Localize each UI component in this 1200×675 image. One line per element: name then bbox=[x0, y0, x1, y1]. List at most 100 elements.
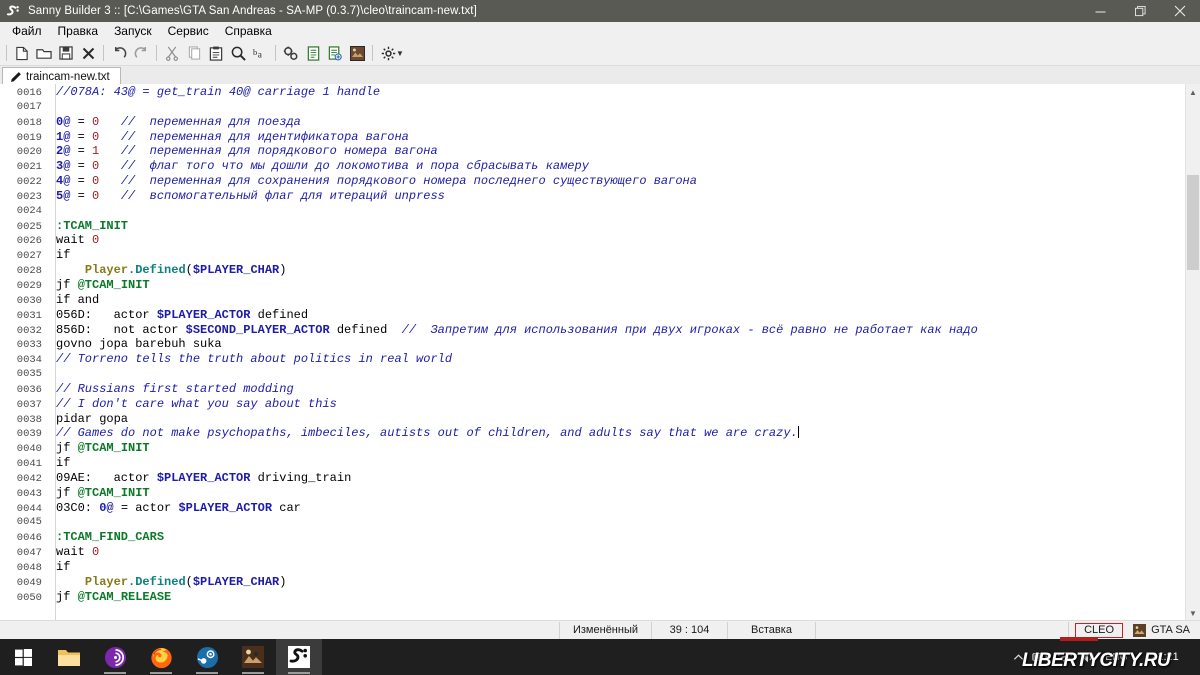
code-line-text[interactable]: 4@ = 0 // переменная для сохранения поря… bbox=[48, 174, 697, 189]
code-line-text[interactable]: jf @TCAM_RELEASE bbox=[48, 590, 171, 605]
close-x-icon[interactable] bbox=[77, 42, 99, 64]
open-folder-icon[interactable] bbox=[33, 42, 55, 64]
menu-tools[interactable]: Сервис bbox=[160, 23, 217, 40]
wifi-icon[interactable] bbox=[1057, 651, 1073, 664]
code-line[interactable]: 0047wait 0 bbox=[0, 545, 1185, 560]
code-line-text[interactable]: if bbox=[48, 456, 70, 471]
cut-scissors-icon[interactable] bbox=[161, 42, 183, 64]
code-line-text[interactable]: jf @TCAM_INIT bbox=[48, 441, 150, 456]
language-indicator[interactable]: ENG bbox=[1105, 652, 1128, 663]
game-picture-icon[interactable] bbox=[346, 42, 368, 64]
search-magnifier-icon[interactable] bbox=[227, 42, 249, 64]
compile-gears-icon[interactable] bbox=[280, 42, 302, 64]
code-line[interactable]: 0046:TCAM_FIND_CARS bbox=[0, 530, 1185, 545]
code-line-text[interactable]: 03C0: 0@ = actor $PLAYER_ACTOR car bbox=[48, 501, 301, 516]
code-line-text[interactable]: if bbox=[48, 248, 70, 263]
code-line[interactable]: 0034// Torreno tells the truth about pol… bbox=[0, 352, 1185, 367]
code-line-text[interactable]: :TCAM_FIND_CARS bbox=[48, 530, 164, 545]
code-line[interactable]: 00224@ = 0 // переменная для сохранения … bbox=[0, 174, 1185, 189]
code-line[interactable]: 0037// I don't care what you say about t… bbox=[0, 397, 1185, 412]
code-line-text[interactable]: // Games do not make psychopaths, imbeci… bbox=[48, 426, 799, 441]
close-button[interactable] bbox=[1160, 0, 1200, 22]
copy-icon[interactable] bbox=[183, 42, 205, 64]
code-line[interactable]: 00202@ = 1 // переменная для порядкового… bbox=[0, 144, 1185, 159]
vertical-scrollbar[interactable]: ▲ ▼ bbox=[1185, 84, 1200, 621]
code-line[interactable]: 004209AE: actor $PLAYER_ACTOR driving_tr… bbox=[0, 471, 1185, 486]
code-line[interactable]: 00180@ = 0 // переменная для поезда bbox=[0, 115, 1185, 130]
speaker-icon[interactable] bbox=[1081, 651, 1097, 664]
file-explorer-button[interactable] bbox=[46, 639, 92, 675]
undo-icon[interactable] bbox=[108, 42, 130, 64]
code-line[interactable]: 0031056D: actor $PLAYER_ACTOR defined bbox=[0, 308, 1185, 323]
replace-ba-icon[interactable]: ba bbox=[249, 42, 271, 64]
code-lines[interactable]: 0016//078A: 43@ = get_train 40@ carriage… bbox=[0, 84, 1185, 605]
code-line[interactable]: 0030if and bbox=[0, 293, 1185, 308]
status-game[interactable]: GTA SA bbox=[1129, 624, 1200, 637]
code-line-text[interactable]: govno jopa barebuh suka bbox=[48, 337, 222, 352]
menu-file[interactable]: Файл bbox=[4, 23, 50, 40]
code-line-text[interactable]: pidar gopa bbox=[48, 412, 128, 427]
document-icon[interactable] bbox=[302, 42, 324, 64]
code-line-text[interactable]: //078A: 43@ = get_train 40@ carriage 1 h… bbox=[48, 85, 380, 100]
code-line[interactable]: 0025:TCAM_INIT bbox=[0, 219, 1185, 234]
code-line[interactable]: 0033govno jopa barebuh suka bbox=[0, 337, 1185, 352]
start-button[interactable] bbox=[0, 639, 46, 675]
minimize-button[interactable] bbox=[1080, 0, 1120, 22]
code-line[interactable]: 0049 Player.Defined($PLAYER_CHAR) bbox=[0, 575, 1185, 590]
code-line[interactable]: 00213@ = 0 // флаг того что мы дошли до … bbox=[0, 159, 1185, 174]
code-line-text[interactable]: Player.Defined($PLAYER_CHAR) bbox=[48, 575, 286, 590]
sanny-builder-button[interactable] bbox=[276, 639, 322, 675]
taskbar-clock[interactable]: 21:21 bbox=[1136, 651, 1194, 664]
vertical-scroll-thumb[interactable] bbox=[1187, 175, 1199, 270]
menu-edit[interactable]: Правка bbox=[50, 23, 107, 40]
status-badge[interactable]: CLEO bbox=[1075, 623, 1123, 638]
firefox-button[interactable] bbox=[138, 639, 184, 675]
code-line[interactable]: 0041if bbox=[0, 456, 1185, 471]
code-line[interactable]: 0038pidar gopa bbox=[0, 412, 1185, 427]
save-icon[interactable] bbox=[55, 42, 77, 64]
code-line[interactable]: 0017 bbox=[0, 100, 1185, 115]
code-line[interactable]: 00235@ = 0 // вспомогательный флаг для и… bbox=[0, 189, 1185, 204]
vertical-scroll-track[interactable] bbox=[1186, 100, 1200, 605]
code-line[interactable]: 00191@ = 0 // переменная для идентификат… bbox=[0, 130, 1185, 145]
code-line-text[interactable]: jf @TCAM_INIT bbox=[48, 278, 150, 293]
code-line[interactable]: 0048if bbox=[0, 560, 1185, 575]
code-line[interactable]: 004403C0: 0@ = actor $PLAYER_ACTOR car bbox=[0, 501, 1185, 516]
paste-clipboard-icon[interactable] bbox=[205, 42, 227, 64]
code-line-text[interactable]: // Russians first started modding bbox=[48, 382, 294, 397]
code-line-text[interactable]: // Torreno tells the truth about politic… bbox=[48, 352, 452, 367]
code-line-text[interactable]: 056D: actor $PLAYER_ACTOR defined bbox=[48, 308, 308, 323]
scroll-up-arrow-icon[interactable]: ▲ bbox=[1186, 84, 1200, 100]
code-line[interactable]: 0024 bbox=[0, 204, 1185, 219]
code-line[interactable]: 0032856D: not actor $SECOND_PLAYER_ACTOR… bbox=[0, 323, 1185, 338]
code-line[interactable]: 0016//078A: 43@ = get_train 40@ carriage… bbox=[0, 85, 1185, 100]
code-line[interactable]: 0029jf @TCAM_INIT bbox=[0, 278, 1185, 293]
scroll-down-arrow-icon[interactable]: ▼ bbox=[1186, 605, 1200, 621]
new-file-icon[interactable] bbox=[11, 42, 33, 64]
code-line-text[interactable]: 09AE: actor $PLAYER_ACTOR driving_train bbox=[48, 471, 351, 486]
code-line[interactable]: 0039// Games do not make psychopaths, im… bbox=[0, 426, 1185, 441]
code-line[interactable]: 0036// Russians first started modding bbox=[0, 382, 1185, 397]
code-line-text[interactable]: // I don't care what you say about this bbox=[48, 397, 337, 412]
document-add-icon[interactable] bbox=[324, 42, 346, 64]
menu-run[interactable]: Запуск bbox=[106, 23, 160, 40]
code-line-text[interactable]: :TCAM_INIT bbox=[48, 219, 128, 234]
code-line-text[interactable]: 3@ = 0 // флаг того что мы дошли до локо… bbox=[48, 159, 589, 174]
battery-icon[interactable] bbox=[1032, 651, 1049, 663]
code-line-text[interactable]: 1@ = 0 // переменная для идентификатора … bbox=[48, 130, 409, 145]
code-editor[interactable]: 0016//078A: 43@ = get_train 40@ carriage… bbox=[0, 84, 1185, 621]
code-line-text[interactable]: jf @TCAM_INIT bbox=[48, 486, 150, 501]
restore-button[interactable] bbox=[1120, 0, 1160, 22]
menu-help[interactable]: Справка bbox=[217, 23, 280, 40]
code-line-text[interactable]: 2@ = 1 // переменная для порядкового ном… bbox=[48, 144, 438, 159]
settings-dropdown-caret-icon[interactable]: ▼ bbox=[396, 49, 404, 58]
code-line[interactable]: 0045 bbox=[0, 515, 1185, 530]
code-line[interactable]: 0026wait 0 bbox=[0, 233, 1185, 248]
code-line[interactable]: 0028 Player.Defined($PLAYER_CHAR) bbox=[0, 263, 1185, 278]
code-line[interactable]: 0040jf @TCAM_INIT bbox=[0, 441, 1185, 456]
tor-browser-button[interactable] bbox=[92, 639, 138, 675]
code-line[interactable]: 0035 bbox=[0, 367, 1185, 382]
steam-button[interactable] bbox=[184, 639, 230, 675]
code-line-text[interactable]: 856D: not actor $SECOND_PLAYER_ACTOR def… bbox=[48, 323, 978, 338]
code-line-text[interactable]: if bbox=[48, 560, 70, 575]
